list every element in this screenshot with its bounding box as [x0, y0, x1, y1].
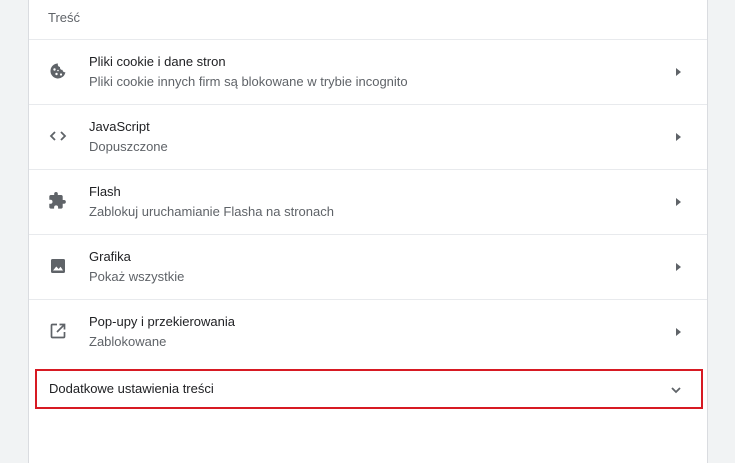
row-sublabel: Zablokowane [89, 334, 167, 349]
chevron-down-icon [669, 383, 683, 397]
section-title: Treść [48, 10, 81, 25]
content-settings-card: Treść Pliki cookie i dane stron Pliki co… [28, 0, 708, 463]
row-sublabel: Pliki cookie innych firm są blokowane w … [89, 74, 408, 89]
puzzle-icon [48, 191, 68, 211]
arrow-right-icon [673, 260, 683, 272]
row-cookies[interactable]: Pliki cookie i dane stron Pliki cookie i… [29, 39, 707, 103]
arrow-right-icon [673, 130, 683, 142]
advanced-label: Dodatkowe ustawienia treści [49, 381, 214, 396]
open-in-new-icon [48, 321, 68, 341]
row-label: Grafika [89, 249, 131, 264]
arrow-right-icon [673, 65, 683, 77]
row-sublabel: Dopuszczone [89, 139, 168, 154]
row-flash[interactable]: Flash Zablokuj uruchamianie Flasha na st… [29, 169, 707, 233]
image-icon [48, 256, 68, 276]
advanced-content-settings-toggle[interactable]: Dodatkowe ustawienia treści [35, 369, 703, 409]
row-javascript[interactable]: JavaScript Dopuszczone [29, 104, 707, 168]
row-images[interactable]: Grafika Pokaż wszystkie [29, 234, 707, 298]
arrow-right-icon [673, 195, 683, 207]
row-popups[interactable]: Pop-upy i przekierowania Zablokowane [29, 299, 707, 363]
row-label: Pliki cookie i dane stron [89, 54, 226, 69]
arrow-right-icon [673, 325, 683, 337]
row-label: Pop-upy i przekierowania [89, 314, 235, 329]
cookie-icon [48, 61, 68, 81]
row-label: JavaScript [89, 119, 150, 134]
code-icon [48, 126, 68, 146]
row-sublabel: Pokaż wszystkie [89, 269, 185, 284]
row-label: Flash [89, 184, 121, 199]
row-sublabel: Zablokuj uruchamianie Flasha na stronach [89, 204, 334, 219]
